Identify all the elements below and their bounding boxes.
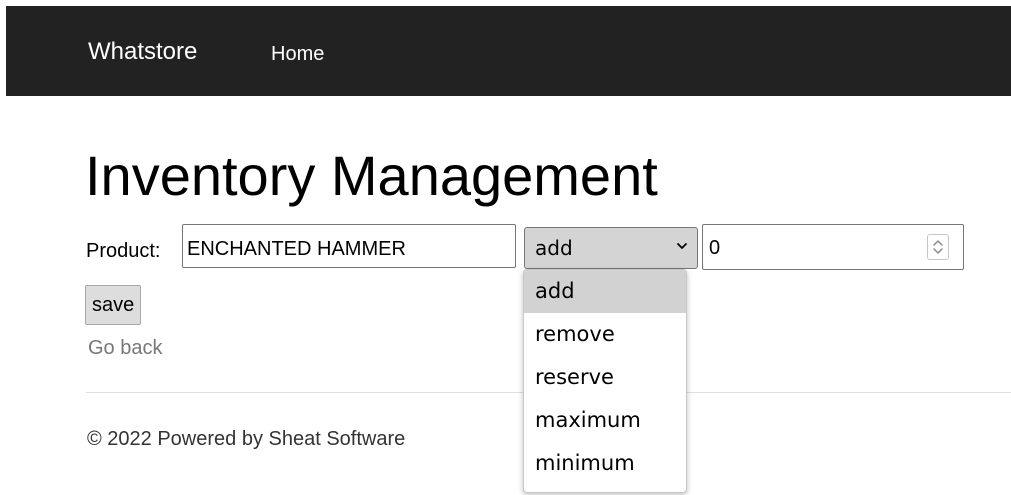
operation-select-value: add — [535, 236, 573, 260]
go-back-link[interactable]: Go back — [88, 337, 162, 359]
product-input[interactable]: ENCHANTED HAMMER — [182, 224, 516, 268]
spinner-icon[interactable] — [927, 234, 949, 260]
chevron-down-icon — [677, 243, 687, 249]
quantity-input[interactable]: 0 — [702, 224, 964, 270]
footer-text: © 2022 Powered by Sheat Software — [87, 428, 406, 450]
nav-home-link[interactable]: Home — [271, 43, 324, 65]
dropdown-option-remove[interactable]: remove — [524, 313, 686, 356]
product-label: Product: — [86, 240, 161, 262]
dropdown-option-minimum[interactable]: minimum — [524, 442, 686, 485]
dropdown-option-reserve[interactable]: reserve — [524, 356, 686, 399]
top-navbar: Whatstore Home — [6, 6, 1011, 96]
dropdown-option-maximum[interactable]: maximum — [524, 399, 686, 442]
brand-link[interactable]: Whatstore — [88, 38, 197, 66]
spinner-arrows-icon — [933, 240, 943, 254]
quantity-value: 0 — [709, 237, 721, 259]
operation-dropdown-list: add remove reserve maximum minimum — [523, 269, 687, 493]
dropdown-option-add[interactable]: add — [524, 270, 686, 313]
save-button[interactable]: save — [85, 285, 142, 325]
operation-select[interactable]: add — [524, 227, 698, 269]
page-title: Inventory Management — [85, 144, 658, 207]
page: Whatstore Home Inventory Management Prod… — [0, 0, 1011, 495]
